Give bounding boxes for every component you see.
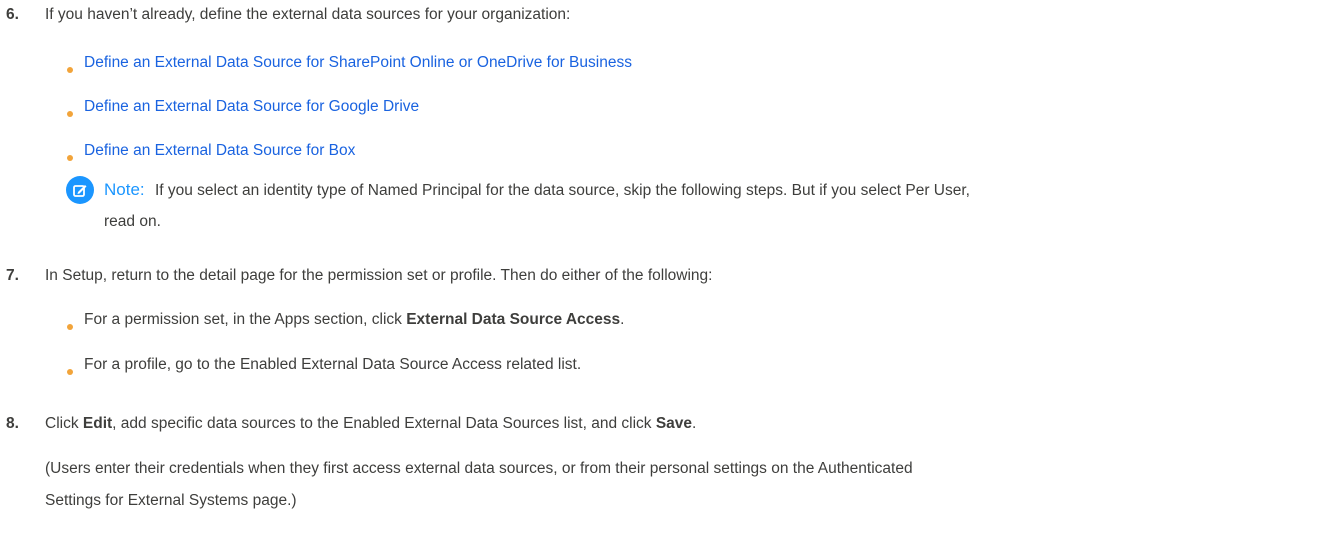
link-sharepoint[interactable]: Define an External Data Source for Share…	[84, 54, 632, 71]
step-text-end: .	[692, 415, 697, 432]
bullet-text: For a profile, go to the Enabled Externa…	[84, 356, 582, 373]
document-page: 6. If you haven’t already, define the ex…	[0, 0, 1318, 546]
step-text: Click Edit, add specific data sources to…	[45, 413, 696, 435]
link-google-drive[interactable]: Define an External Data Source for Googl…	[84, 98, 419, 115]
note-text: If you select an identity type of Named …	[154, 182, 970, 199]
external-data-source-access-label: External Data Source Access	[406, 311, 621, 328]
edit-label: Edit	[82, 415, 113, 432]
step-8-note-line-2: Settings for External Systems page.)	[45, 492, 297, 509]
note-line-1: Note: If you select an identity type of …	[104, 179, 970, 202]
step-number: 7.	[6, 267, 19, 284]
save-label: Save	[655, 415, 693, 432]
step-number: 8.	[6, 415, 19, 432]
bullet-icon	[67, 324, 73, 330]
link-box[interactable]: Define an External Data Source for Box	[84, 142, 355, 159]
note-icon	[66, 176, 94, 204]
bullet-icon	[67, 369, 73, 375]
bullet-icon	[67, 155, 73, 161]
step-number: 6.	[6, 6, 19, 23]
note-line-2: read on.	[104, 213, 161, 230]
bullet-icon	[67, 111, 73, 117]
note-label: Note:	[104, 180, 145, 199]
step-text: In Setup, return to the detail page for …	[45, 267, 713, 284]
step-text-mid: , add specific data sources to the Enabl…	[112, 415, 656, 432]
step-text: If you haven’t already, define the exter…	[45, 6, 571, 23]
bullet-text-end: .	[620, 311, 625, 328]
bullet-text: For a permission set, in the Apps sectio…	[84, 311, 407, 328]
bullet-icon	[67, 67, 73, 73]
step-text-start: Click	[45, 415, 83, 432]
step-8-note-line-1: (Users enter their credentials when they…	[45, 460, 913, 477]
